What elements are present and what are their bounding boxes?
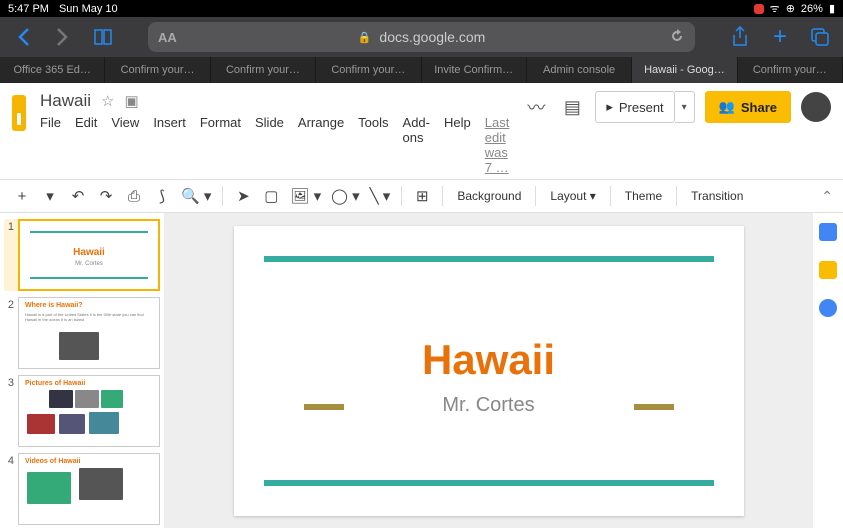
browser-tab-strip: Office 365 Ed… Confirm your… Confirm you… (0, 57, 843, 83)
collapse-toolbar-button[interactable]: ⌃ (821, 188, 833, 205)
app-header: Hawaii ☆ ▣ File Edit View Insert Format … (0, 83, 843, 175)
layout-button[interactable]: Layout ▾ (544, 189, 601, 203)
text-size-button[interactable]: AA (158, 30, 177, 45)
print-button[interactable]: ⎙ (122, 184, 146, 208)
battery-percent: 26% (801, 3, 823, 15)
menu-help[interactable]: Help (444, 115, 471, 175)
browser-tab[interactable]: Confirm your… (105, 57, 210, 83)
side-panel-icons (813, 213, 843, 528)
menu-insert[interactable]: Insert (153, 115, 186, 175)
slide-decoration (264, 480, 714, 486)
lock-icon: 🔒 (358, 31, 372, 44)
undo-button[interactable]: ↶ (66, 184, 90, 208)
ios-status-bar: 5:47 PM Sun May 10 ᯤ ⊕ 26% ▮ (0, 0, 843, 17)
browser-tab[interactable]: Office 365 Ed… (0, 57, 105, 83)
last-edit-link[interactable]: Last edit was 7 … (485, 115, 510, 175)
keep-icon[interactable] (819, 261, 837, 279)
present-dropdown[interactable]: ▾ (675, 91, 695, 123)
slide-number: 1 (4, 219, 14, 291)
address-bar[interactable]: AA 🔒 docs.google.com (148, 22, 695, 52)
slide-number: 2 (4, 297, 14, 369)
slide-thumbnail-4[interactable]: Videos of Hawaii (18, 453, 160, 525)
menu-format[interactable]: Format (200, 115, 241, 175)
browser-tab[interactable]: Confirm your… (316, 57, 421, 83)
calendar-icon[interactable] (819, 223, 837, 241)
slide-decoration (264, 256, 714, 262)
slide-thumbnail-3[interactable]: Pictures of Hawaii (18, 375, 160, 447)
slide-thumbnails-panel[interactable]: 1 Hawaii Mr. Cortes 2 Where is Hawaii? H… (0, 213, 164, 528)
browser-tab[interactable]: Confirm your… (738, 57, 843, 83)
slide-title-text[interactable]: Hawaii (234, 336, 744, 384)
slide-number: 3 (4, 375, 14, 447)
google-slides-app: Hawaii ☆ ▣ File Edit View Insert Format … (0, 83, 843, 528)
menu-arrange[interactable]: Arrange (298, 115, 344, 175)
new-slide-button[interactable]: + (10, 184, 34, 208)
slide-thumbnail-1[interactable]: Hawaii Mr. Cortes (18, 219, 160, 291)
workspace: 1 Hawaii Mr. Cortes 2 Where is Hawaii? H… (0, 213, 843, 528)
toolbar: + ▾ ↶ ↷ ⎙ ⟆ 🔍 ▾ ➤ ▢ 🖼 ▾ ◯ ▾ ╲ ▾ ⊞ Backgr… (0, 179, 843, 213)
orientation-lock-icon: ⊕ (786, 2, 795, 15)
bookmarks-button[interactable] (88, 22, 118, 52)
paint-format-button[interactable]: ⟆ (150, 184, 174, 208)
forward-button[interactable] (48, 22, 78, 52)
account-avatar[interactable] (801, 92, 831, 122)
transition-button[interactable]: Transition (685, 189, 749, 203)
slides-logo-icon[interactable] (12, 95, 26, 131)
status-time: 5:47 PM (8, 3, 49, 15)
present-button[interactable]: ▸Present (595, 91, 674, 123)
menu-edit[interactable]: Edit (75, 115, 97, 175)
menu-file[interactable]: File (40, 115, 61, 175)
comments-icon[interactable]: ▤ (559, 94, 585, 120)
status-date: Sun May 10 (59, 3, 118, 15)
menu-view[interactable]: View (111, 115, 139, 175)
menu-bar: File Edit View Insert Format Slide Arran… (40, 115, 509, 175)
slide-decoration (634, 404, 674, 410)
wifi-icon: ᯤ (770, 1, 780, 16)
image-tool[interactable]: 🖼 ▾ (287, 184, 324, 208)
tabs-button[interactable] (805, 22, 835, 52)
slide-number: 4 (4, 453, 14, 525)
current-slide[interactable]: Hawaii Mr. Cortes (234, 226, 744, 516)
browser-tab-active[interactable]: Hawaii - Goog… (632, 57, 737, 83)
browser-tab[interactable]: Admin console (527, 57, 632, 83)
line-tool[interactable]: ╲ ▾ (367, 184, 394, 208)
document-title[interactable]: Hawaii (40, 91, 91, 111)
comment-button[interactable]: ⊞ (410, 184, 434, 208)
shape-tool[interactable]: ◯ ▾ (328, 184, 362, 208)
recording-indicator-icon (754, 4, 764, 14)
star-icon[interactable]: ☆ (101, 92, 114, 110)
redo-button[interactable]: ↷ (94, 184, 118, 208)
refresh-button[interactable] (669, 28, 685, 47)
battery-icon: ▮ (829, 2, 835, 15)
menu-slide[interactable]: Slide (255, 115, 284, 175)
person-add-icon: 👥 (719, 99, 735, 115)
menu-tools[interactable]: Tools (358, 115, 388, 175)
textbox-tool[interactable]: ▢ (259, 184, 283, 208)
new-slide-dropdown[interactable]: ▾ (38, 184, 62, 208)
browser-tab[interactable]: Invite Confirm… (422, 57, 527, 83)
share-button[interactable] (725, 22, 755, 52)
move-folder-icon[interactable]: ▣ (124, 92, 138, 110)
slide-canvas[interactable]: Hawaii Mr. Cortes (164, 213, 813, 528)
background-button[interactable]: Background (451, 189, 527, 203)
menu-addons[interactable]: Add-ons (403, 115, 430, 175)
tasks-icon[interactable] (819, 299, 837, 317)
url-text: docs.google.com (379, 29, 485, 45)
browser-tab[interactable]: Confirm your… (211, 57, 316, 83)
back-button[interactable] (8, 22, 38, 52)
activity-icon[interactable]: 〰 (523, 94, 549, 120)
theme-button[interactable]: Theme (619, 189, 668, 203)
zoom-button[interactable]: 🔍 ▾ (178, 184, 214, 208)
slide-thumbnail-2[interactable]: Where is Hawaii? Hawaii is a part of the… (18, 297, 160, 369)
safari-toolbar: AA 🔒 docs.google.com + (0, 17, 843, 57)
share-button-main[interactable]: 👥Share (705, 91, 791, 123)
new-tab-button[interactable]: + (765, 23, 795, 51)
select-tool[interactable]: ➤ (231, 184, 255, 208)
